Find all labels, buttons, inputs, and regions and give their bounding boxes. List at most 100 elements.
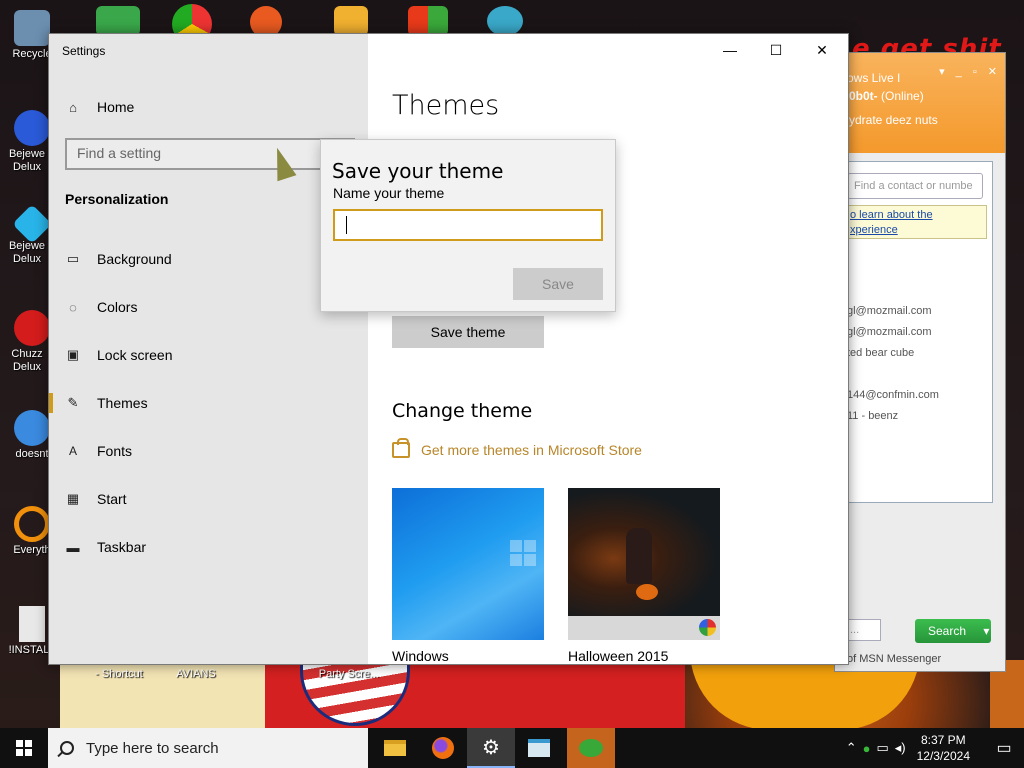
taskbar-search-box[interactable]: Type here to search (48, 728, 368, 768)
maximize-button[interactable]: ☐ (753, 34, 799, 66)
theme-thumbnail-halloween[interactable] (568, 488, 720, 616)
app-desktop-icon[interactable] (408, 6, 448, 36)
theme-label: Windows (392, 648, 449, 664)
desktop-icon-label: Bejewe Delux (8, 240, 46, 265)
gear-icon: ⚙ (482, 736, 500, 759)
msn-tip-link[interactable]: o learn about the (850, 208, 986, 223)
desktop-icon-party-label[interactable]: Party Scre... (314, 668, 384, 680)
contacts-desktop-icon[interactable] (96, 6, 140, 36)
nav-themes[interactable]: ✎ Themes (49, 383, 368, 423)
nav-label: Start (97, 491, 127, 507)
desktop-icon-label: - Shortcut (95, 668, 143, 680)
msn-tray-icon[interactable]: ● (863, 741, 871, 756)
volume-icon[interactable]: ◂) (895, 740, 906, 756)
theme-thumbnail-windows[interactable] (392, 488, 544, 640)
network-icon[interactable]: ▭ (876, 740, 888, 756)
desktop-icon-shortcut-label[interactable]: - Shortcut (88, 668, 150, 680)
find-setting-input[interactable]: Find a setting (65, 138, 355, 170)
theme-name-input[interactable] (333, 209, 603, 241)
page-title: Themes (392, 90, 500, 121)
text-caret (346, 216, 347, 234)
save-theme-button[interactable]: Save theme (392, 316, 544, 348)
minimize-button[interactable]: — (707, 34, 753, 66)
home-icon: ⌂ (69, 99, 77, 115)
folder-icon (384, 740, 406, 756)
system-tray: ⌃ ● ▭ ◂) 8:37 PM 12/3/2024 ▭ (843, 728, 1024, 768)
taskbar-icon: ▬ (66, 539, 80, 555)
desktop-icon-label: Bejewe Delux (8, 148, 46, 173)
windows-logo-icon (510, 540, 536, 566)
start-button[interactable] (0, 728, 48, 768)
nav-start[interactable]: ▦ Start (49, 479, 368, 519)
msn-tip[interactable]: o learn about the xperience (847, 205, 987, 239)
taskbar-search-placeholder: Type here to search (86, 739, 219, 757)
msn-user[interactable]: 0b0t- (Online) (849, 89, 924, 103)
taskbar-msn-messenger[interactable] (567, 728, 615, 768)
store-link-label: Get more themes in Microsoft Store (421, 442, 642, 458)
msn-contact-item[interactable]: 11 - beenz (847, 410, 898, 422)
msn-window-controls[interactable]: ▾ _ ▫ ✕ (939, 65, 1001, 78)
nav-home[interactable]: ⌂ Home (49, 87, 368, 127)
dialog-save-button[interactable]: Save (513, 268, 603, 300)
game-desktop-icon[interactable] (334, 6, 368, 36)
window-title: Settings (62, 44, 106, 58)
close-button[interactable]: ✕ (799, 34, 845, 66)
palette-icon: ◌ (69, 299, 77, 315)
msn-messenger-window[interactable]: ows Live I ▾ _ ▫ ✕ 0b0t- (Online) ydrate… (834, 52, 1006, 672)
msn-personal-message[interactable]: ydrate deez nuts (849, 113, 938, 127)
dialog-title: Save your theme (332, 159, 504, 183)
msn-status: (Online) (881, 89, 924, 103)
window-app-icon (528, 739, 550, 757)
character-desktop-icon[interactable] (487, 6, 523, 36)
dialog-label: Name your theme (333, 185, 445, 201)
msn-username: 0b0t- (849, 89, 878, 103)
image-icon: ▭ (66, 251, 80, 266)
nav-label: Lock screen (97, 347, 173, 363)
windows-logo-icon (16, 740, 32, 756)
chevron-up-icon[interactable]: ⌃ (846, 740, 857, 756)
taskbar-file-explorer[interactable] (371, 728, 419, 768)
save-theme-dialog[interactable]: Save your theme Name your theme Save (320, 139, 616, 312)
search-app-icon (14, 506, 50, 542)
msn-search-label: Search (928, 624, 967, 638)
color-wheel-icon (699, 619, 716, 636)
nav-label: Colors (97, 299, 138, 315)
themes-icon: ✎ (67, 395, 79, 410)
msn-footer: of MSN Messenger (847, 653, 942, 665)
msn-find-contact-input[interactable]: Find a contact or numbe (847, 173, 983, 199)
settings-window[interactable]: Settings ⌂ Home Find a setting Personali… (48, 33, 849, 665)
msn-tip-link[interactable]: xperience (850, 223, 986, 238)
chuzzle-icon (14, 310, 50, 346)
msn-contact-item[interactable]: ted bear cube (847, 347, 914, 359)
desktop-icon-avians-label[interactable]: AVIANS (166, 668, 226, 680)
notification-center-button[interactable]: ▭ (984, 728, 1024, 768)
store-bag-icon (392, 438, 410, 458)
theme-label: Halloween 2015 (568, 648, 669, 664)
section-heading: Personalization (65, 191, 169, 207)
msn-contact-item[interactable]: gl@mozmail.com (847, 305, 932, 317)
change-theme-heading: Change theme (392, 400, 533, 422)
msn-search-button[interactable]: Search ▾ (915, 619, 991, 643)
witch-figure (626, 528, 652, 584)
msn-contact-item[interactable]: gl@mozmail.com (847, 326, 932, 338)
nav-fonts[interactable]: A Fonts (49, 431, 368, 471)
lock-screen-icon: ▣ (66, 347, 80, 362)
notification-icon: ▭ (996, 740, 1012, 757)
taskbar: Type here to search ⚙ ⌃ ● ▭ ◂) 8:37 PM 1… (0, 728, 1024, 768)
microsoft-store-link[interactable]: Get more themes in Microsoft Store (392, 438, 642, 458)
pumpkin-figure (636, 584, 658, 600)
taskbar-settings[interactable]: ⚙ (467, 728, 515, 768)
document-icon (19, 606, 45, 642)
clock[interactable]: 8:37 PM 12/3/2024 (917, 732, 970, 764)
desktop-icon-label: Chuzz Delux (11, 348, 43, 373)
theme-color-bar (568, 616, 720, 640)
nav-lock-screen[interactable]: ▣ Lock screen (49, 335, 368, 375)
taskbar-notepad[interactable] (515, 728, 563, 768)
nav-label: Fonts (97, 443, 133, 459)
nav-label: Background (97, 251, 172, 267)
msn-search-input[interactable]: ... (847, 619, 881, 641)
nav-taskbar[interactable]: ▬ Taskbar (49, 527, 368, 567)
msn-contact-item[interactable]: 144@confmin.com (847, 389, 939, 401)
msn-header: ows Live I ▾ _ ▫ ✕ 0b0t- (Online) ydrate… (835, 53, 1005, 153)
taskbar-firefox[interactable] (419, 728, 467, 768)
